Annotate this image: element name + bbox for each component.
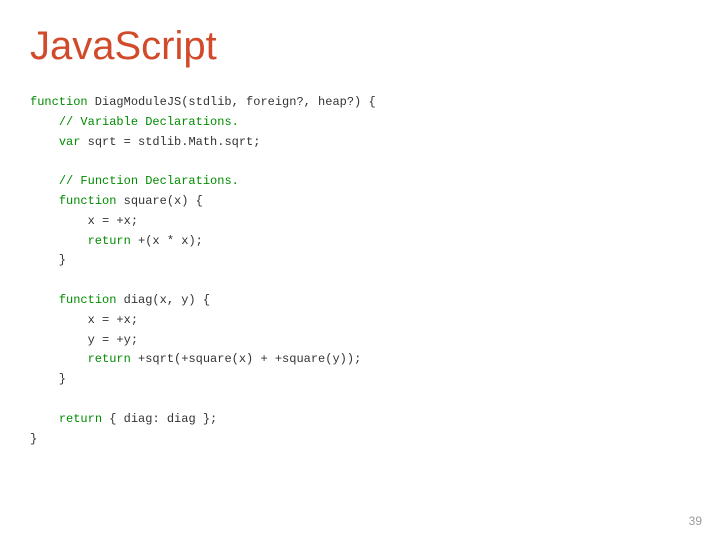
page-number: 39 xyxy=(689,514,702,528)
code-text: x = +x; xyxy=(30,313,138,327)
code-text: x = +x; xyxy=(30,214,138,228)
code-text: DiagModuleJS(stdlib, foreign?, heap?) { xyxy=(88,95,376,109)
indent xyxy=(30,174,59,188)
code-text: +(x * x); xyxy=(131,234,203,248)
code-text: y = +y; xyxy=(30,333,138,347)
keyword: function xyxy=(59,194,117,208)
keyword: function xyxy=(30,95,88,109)
code-block: function DiagModuleJS(stdlib, foreign?, … xyxy=(30,93,690,449)
blank-line xyxy=(30,154,37,168)
indent xyxy=(30,352,88,366)
comment: // Variable Declarations. xyxy=(59,115,239,129)
keyword: return xyxy=(88,234,131,248)
keyword: function xyxy=(59,293,117,307)
code-text: } xyxy=(30,372,66,386)
indent xyxy=(30,234,88,248)
blank-line xyxy=(30,273,37,287)
indent xyxy=(30,412,59,426)
keyword: return xyxy=(59,412,102,426)
code-text: diag(x, y) { xyxy=(116,293,210,307)
indent xyxy=(30,115,59,129)
code-text: { diag: diag }; xyxy=(102,412,217,426)
code-text: } xyxy=(30,253,66,267)
code-text: square(x) { xyxy=(116,194,202,208)
code-text: sqrt = stdlib.Math.sqrt; xyxy=(80,135,260,149)
code-text: } xyxy=(30,432,37,446)
blank-line xyxy=(30,392,37,406)
indent xyxy=(30,293,59,307)
code-text: +sqrt(+square(x) + +square(y)); xyxy=(131,352,361,366)
slide-title: JavaScript xyxy=(30,24,690,69)
slide: JavaScript function DiagModuleJS(stdlib,… xyxy=(0,0,720,540)
indent xyxy=(30,135,59,149)
indent xyxy=(30,194,59,208)
keyword: return xyxy=(88,352,131,366)
keyword: var xyxy=(59,135,81,149)
comment: // Function Declarations. xyxy=(59,174,239,188)
